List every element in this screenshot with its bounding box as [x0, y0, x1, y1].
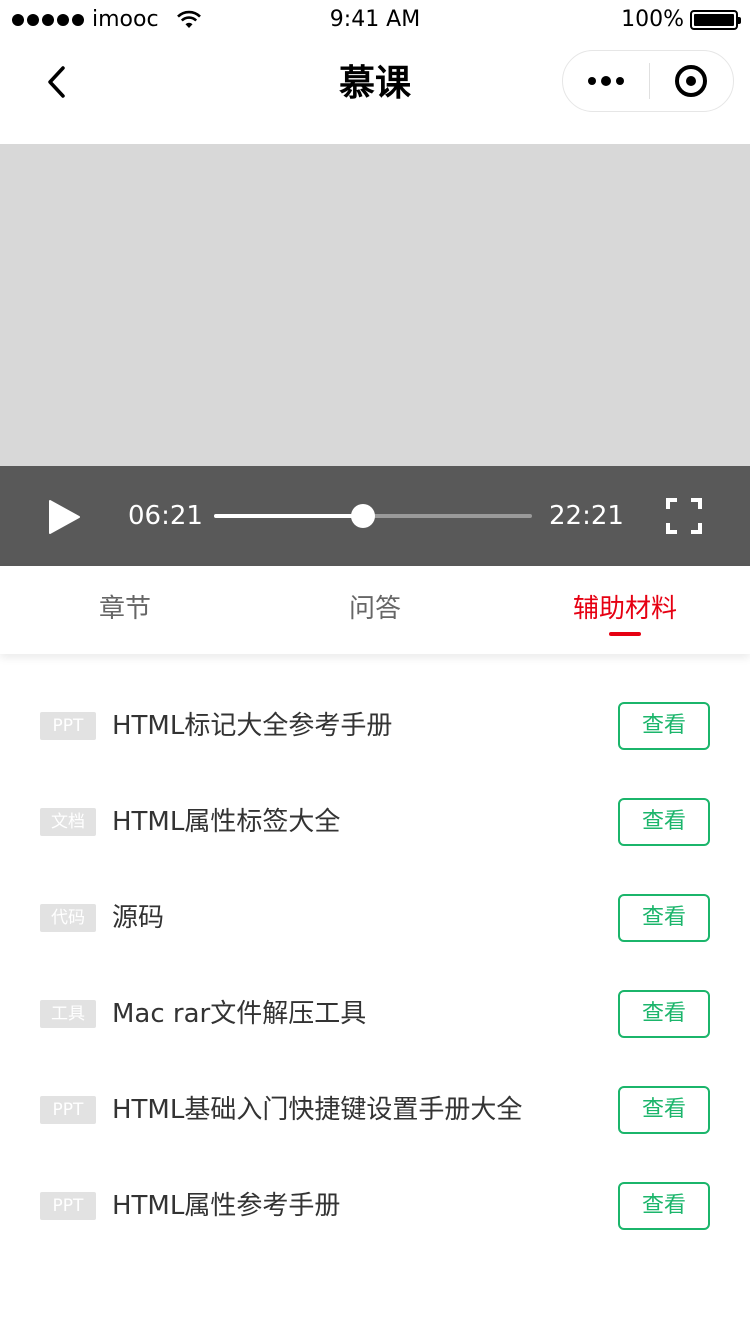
- current-time: 06:21: [128, 501, 203, 531]
- tab-qa[interactable]: 问答: [250, 566, 500, 654]
- material-title: 源码: [112, 903, 165, 933]
- view-button[interactable]: 查看: [618, 894, 710, 942]
- type-badge: 工具: [40, 1000, 96, 1028]
- video-controls: 06:21 22:21: [0, 466, 750, 566]
- view-button[interactable]: 查看: [618, 1182, 710, 1230]
- material-title: HTML标记大全参考手册: [112, 711, 393, 741]
- view-button[interactable]: 查看: [618, 702, 710, 750]
- material-title: Mac rar文件解压工具: [112, 999, 367, 1029]
- progress-fill: [214, 514, 364, 518]
- tab-label: 章节: [98, 594, 151, 624]
- view-button[interactable]: 查看: [618, 798, 710, 846]
- battery-percentage: 100%: [621, 7, 684, 32]
- tab-label: 辅助材料: [572, 594, 677, 624]
- material-title: HTML属性参考手册: [112, 1191, 341, 1221]
- type-badge: 代码: [40, 904, 96, 932]
- fullscreen-icon[interactable]: [665, 497, 703, 535]
- list-item: PPT HTML基础入门快捷键设置手册大全 查看: [0, 1038, 750, 1134]
- list-item: PPT HTML标记大全参考手册 查看: [0, 654, 750, 750]
- close-mini-program-button[interactable]: [650, 50, 734, 112]
- type-badge: 文档: [40, 808, 96, 836]
- tab-bar: 章节 问答 辅助材料: [0, 566, 750, 654]
- material-title: HTML属性标签大全: [112, 807, 341, 837]
- type-badge: PPT: [40, 712, 96, 740]
- type-badge: PPT: [40, 1192, 96, 1220]
- active-tab-indicator: [609, 632, 641, 636]
- view-button[interactable]: 查看: [618, 990, 710, 1038]
- more-dots-icon: [587, 77, 596, 85]
- mini-program-capsule: [562, 50, 734, 112]
- list-item: 文档 HTML属性标签大全 查看: [0, 750, 750, 846]
- play-icon[interactable]: [44, 498, 84, 536]
- tab-chapters[interactable]: 章节: [0, 566, 250, 654]
- status-bar: imooc 9:41 AM 100%: [0, 0, 750, 40]
- tab-label: 问答: [348, 594, 401, 624]
- progress-thumb[interactable]: [351, 504, 376, 528]
- target-close-icon: [675, 65, 708, 97]
- status-right: 100%: [621, 7, 741, 32]
- more-button[interactable]: [563, 50, 649, 112]
- nav-bar: 慕课: [0, 40, 750, 144]
- list-item: 代码 源码 查看: [0, 846, 750, 942]
- total-time: 22:21: [549, 501, 624, 531]
- view-button[interactable]: 查看: [618, 1086, 710, 1134]
- video-player[interactable]: [0, 144, 750, 466]
- progress-bar[interactable]: [214, 504, 532, 528]
- material-title: HTML基础入门快捷键设置手册大全: [112, 1095, 523, 1125]
- tab-materials[interactable]: 辅助材料: [500, 566, 750, 654]
- list-item: 工具 Mac rar文件解压工具 查看: [0, 942, 750, 1038]
- type-badge: PPT: [40, 1096, 96, 1124]
- battery-icon: [690, 9, 741, 30]
- list-item: PPT HTML属性参考手册 查看: [0, 1134, 750, 1230]
